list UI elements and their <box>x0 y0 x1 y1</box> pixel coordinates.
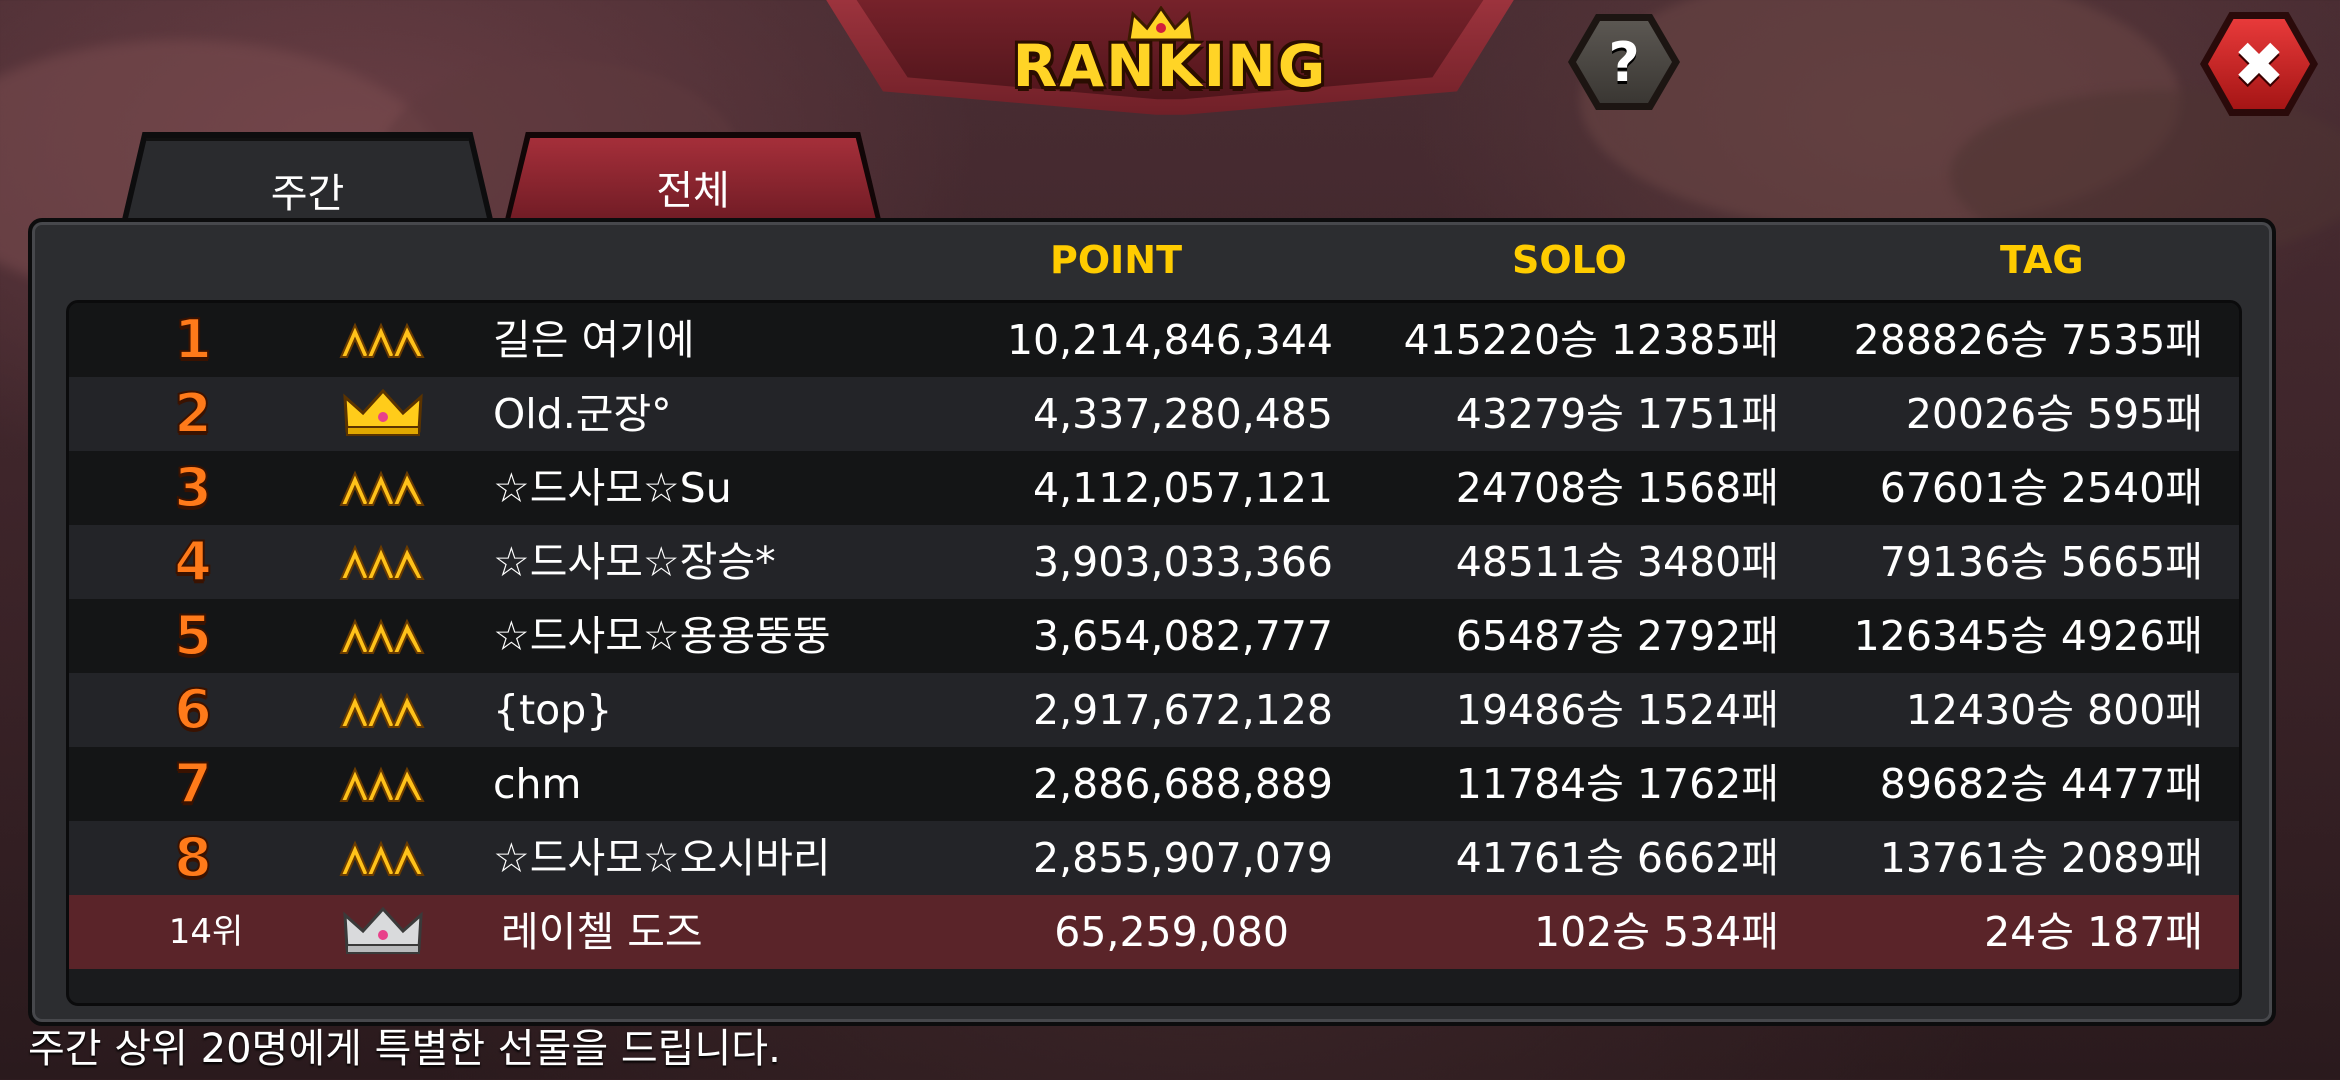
tier-chevron-icon <box>339 692 425 728</box>
player-point: 10,214,846,344 <box>1006 316 1333 364</box>
player-point: 2,886,688,889 <box>1033 760 1333 808</box>
rank-number: 7 <box>173 751 213 816</box>
column-headers: POINT SOLO TAG <box>32 238 2272 288</box>
tab-all[interactable]: 전체 <box>508 138 878 228</box>
player-tag: 89682승 4477패 <box>1879 760 2203 808</box>
my-tag: 24승 187패 <box>1984 908 2203 956</box>
ranking-panel: POINT SOLO TAG 1 길은 여기에 10,214,846,344 4… <box>28 218 2276 1026</box>
player-point: 3,903,033,366 <box>1033 538 1333 586</box>
table-row[interactable]: 8 ☆드사모☆오시바리 2,855,907,079 41761승 6662패 1… <box>69 821 2239 895</box>
header-solo: SOLO <box>1512 238 1627 282</box>
close-icon: ✖ <box>2208 19 2310 109</box>
tier-chevron-icon <box>339 544 425 580</box>
table-row[interactable]: 3 ☆드사모☆Su 4,112,057,121 24708승 1568패 676… <box>69 451 2239 525</box>
player-tag: 126345승 4926패 <box>1853 612 2203 660</box>
player-tag: 13761승 2089패 <box>1879 834 2203 882</box>
my-rank: 14위 <box>168 912 244 952</box>
tier-chevron-icon <box>339 618 425 654</box>
tab-weekly-label: 주간 <box>270 171 345 217</box>
tab-all-label: 전체 <box>656 168 730 214</box>
header-point: POINT <box>1050 238 1183 282</box>
page-title: RANKING <box>1012 32 1328 100</box>
tier-chevron-icon <box>339 322 425 358</box>
silver-crown-icon <box>343 906 423 954</box>
question-icon: ? <box>1576 21 1672 103</box>
table-row[interactable]: 6 {top} 2,917,672,128 19486승 1524패 12430… <box>69 673 2239 747</box>
gold-crown-icon <box>343 388 423 436</box>
player-tag: 67601승 2540패 <box>1879 464 2203 512</box>
my-solo: 102승 534패 <box>1534 908 1779 956</box>
player-solo: 65487승 2792패 <box>1455 612 1779 660</box>
player-solo: 48511승 3480패 <box>1455 538 1779 586</box>
player-point: 2,917,672,128 <box>1033 686 1333 734</box>
tier-chevron-icon <box>339 766 425 802</box>
table-row[interactable]: 7 chm 2,886,688,889 11784승 1762패 89682승 … <box>69 747 2239 821</box>
player-solo: 19486승 1524패 <box>1455 686 1779 734</box>
player-solo: 415220승 12385패 <box>1403 316 1779 364</box>
table-row[interactable]: 1 길은 여기에 10,214,846,344 415220승 12385패 2… <box>69 303 2239 377</box>
player-tag: 79136승 5665패 <box>1879 538 2203 586</box>
player-tag: 20026승 595패 <box>1905 390 2203 438</box>
player-solo: 43279승 1751패 <box>1455 390 1779 438</box>
rank-number: 8 <box>173 825 213 890</box>
player-solo: 11784승 1762패 <box>1455 760 1779 808</box>
rank-number: 4 <box>173 529 213 594</box>
my-point: 65,259,080 <box>1054 908 1289 956</box>
table-row[interactable]: 2 Old.군장° 4,337,280,485 43279승 1751패 200… <box>69 377 2239 451</box>
player-solo: 24708승 1568패 <box>1455 464 1779 512</box>
rank-number: 3 <box>173 455 213 520</box>
tier-chevron-icon <box>339 470 425 506</box>
player-solo: 41761승 6662패 <box>1455 834 1779 882</box>
ranking-table[interactable]: 1 길은 여기에 10,214,846,344 415220승 12385패 2… <box>66 300 2242 1006</box>
footer-notice: 주간 상위 20명에게 특별한 선물을 드립니다. <box>28 1026 781 1072</box>
header-tag: TAG <box>2000 238 2084 282</box>
table-row[interactable]: 4 ☆드사모☆장승* 3,903,033,366 48511승 3480패 79… <box>69 525 2239 599</box>
my-rank-row[interactable]: 14위 레이첼 도즈 65,259,080 102승 534패 24승 187패 <box>69 895 2239 969</box>
rank-number: 5 <box>173 603 213 668</box>
rank-number: 2 <box>173 381 213 446</box>
rank-number: 1 <box>173 307 213 372</box>
player-point: 4,337,280,485 <box>1033 390 1333 438</box>
tier-chevron-icon <box>339 840 425 876</box>
player-point: 2,855,907,079 <box>1033 834 1333 882</box>
player-point: 4,112,057,121 <box>1033 464 1333 512</box>
rank-number: 6 <box>173 677 213 742</box>
player-point: 3,654,082,777 <box>1033 612 1333 660</box>
player-tag: 12430승 800패 <box>1905 686 2203 734</box>
player-tag: 288826승 7535패 <box>1853 316 2203 364</box>
table-row[interactable]: 5 ☆드사모☆용용뚱뚱 3,654,082,777 65487승 2792패 1… <box>69 599 2239 673</box>
